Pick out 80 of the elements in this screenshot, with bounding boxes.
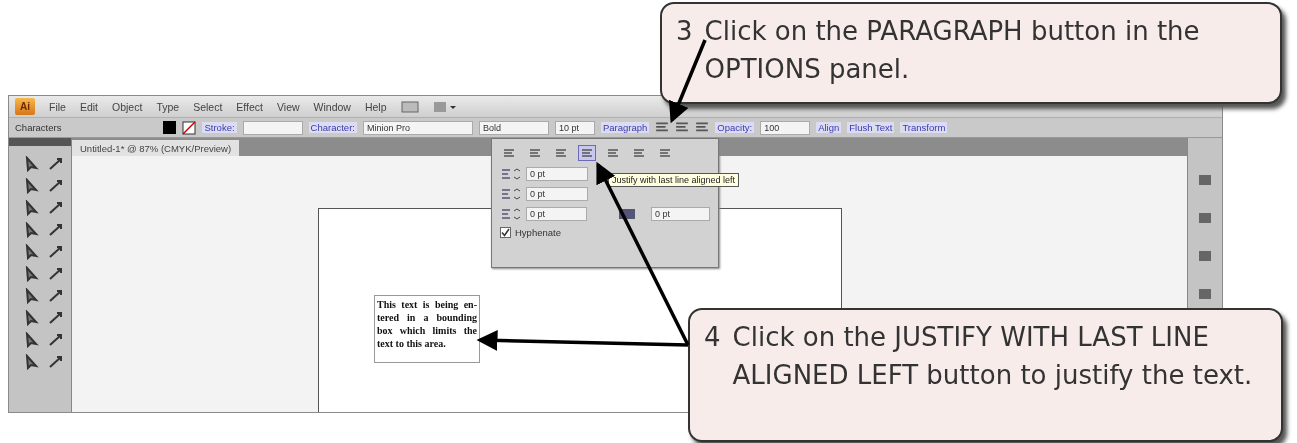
tool-icon[interactable] xyxy=(23,266,41,282)
align-lines-icon xyxy=(529,148,541,158)
document-tab[interactable]: Untitled-1* @ 87% (CMYK/Preview) xyxy=(72,140,240,156)
tool-icon[interactable] xyxy=(23,156,41,172)
selection-label: Characters xyxy=(15,122,62,133)
transform-link[interactable]: Transform xyxy=(900,122,948,133)
font-style-field[interactable]: Bold xyxy=(478,120,549,135)
align-icon[interactable] xyxy=(675,121,690,134)
tool-icon[interactable] xyxy=(23,244,41,260)
font-field[interactable]: Minion Pro xyxy=(362,120,473,135)
indent-field[interactable]: 0 pt xyxy=(526,207,587,221)
stroke-label[interactable]: Stroke: xyxy=(202,122,237,133)
fill-swatch[interactable] xyxy=(163,121,177,134)
tool-icon[interactable] xyxy=(47,156,65,172)
tool-icon[interactable] xyxy=(47,178,65,194)
space-after-field[interactable]: 0 pt xyxy=(651,207,710,221)
tool-icon[interactable] xyxy=(23,222,41,238)
opacity-field[interactable]: 100 xyxy=(760,120,811,135)
bridge-icon[interactable] xyxy=(400,99,419,114)
tool-icon[interactable] xyxy=(23,200,41,216)
tool-icon[interactable] xyxy=(47,332,65,348)
font-size-field[interactable]: 10 pt xyxy=(554,120,595,135)
indent-field[interactable]: 0 pt xyxy=(526,167,588,181)
tool-icon[interactable] xyxy=(47,288,65,304)
panel-icon[interactable] xyxy=(1197,286,1213,302)
menu-item[interactable]: Help xyxy=(364,100,387,113)
alignment-button[interactable] xyxy=(578,145,596,161)
align-lines-icon xyxy=(659,148,671,158)
flush-text-link[interactable]: Flush Text xyxy=(847,122,895,133)
menu-item[interactable]: Effect xyxy=(236,100,263,113)
tool-icon[interactable] xyxy=(47,266,65,282)
align-lines-icon xyxy=(607,148,619,158)
arrange-icon[interactable] xyxy=(432,99,457,114)
align-link[interactable]: Align xyxy=(816,122,842,133)
tool-icon[interactable] xyxy=(23,288,41,304)
character-label[interactable]: Character: xyxy=(308,122,357,133)
step-number: 4 xyxy=(704,321,721,354)
menu-item[interactable]: Window xyxy=(313,100,351,113)
menu-item[interactable]: Type xyxy=(156,100,180,113)
app-logo: Ai xyxy=(15,98,35,115)
align-lines-icon xyxy=(503,148,515,158)
tool-icon[interactable] xyxy=(23,332,41,348)
menu-item[interactable]: View xyxy=(277,100,300,113)
menu-item[interactable]: Select xyxy=(193,100,223,113)
hyphenate-label: Hyphenate xyxy=(515,227,561,238)
step-number: 3 xyxy=(676,15,693,48)
tool-icon[interactable] xyxy=(47,310,65,326)
tool-icon[interactable] xyxy=(47,222,65,238)
panel-icon[interactable] xyxy=(1197,210,1213,226)
menu-item[interactable]: Object xyxy=(112,100,143,113)
tool-icon[interactable] xyxy=(47,200,65,216)
align-icon[interactable] xyxy=(655,121,670,134)
indent-field[interactable]: 0 pt xyxy=(526,187,588,201)
menu-item[interactable]: File xyxy=(49,100,66,113)
tool-icon[interactable] xyxy=(23,354,41,370)
menu-item[interactable]: Edit xyxy=(79,100,98,113)
tool-icon[interactable] xyxy=(47,244,65,260)
callout-text: Click on the PARAGRAPH button in the OPTIONS panel. xyxy=(704,15,1201,86)
text-frame: This text is being en- tered in a bounding box which limits the text to this area. xyxy=(374,295,480,363)
tool-icon[interactable] xyxy=(23,178,41,194)
align-lines-icon xyxy=(555,148,567,158)
align-icon[interactable] xyxy=(695,121,710,134)
panel-header xyxy=(9,138,71,146)
paragraph-link[interactable]: Paragraph xyxy=(600,122,650,133)
tool-icon[interactable] xyxy=(23,310,41,326)
tool-icon[interactable] xyxy=(47,354,65,370)
panel-icon[interactable] xyxy=(1197,248,1213,264)
opacity-label[interactable]: Opacity: xyxy=(715,122,755,133)
stroke-field[interactable] xyxy=(242,120,303,135)
callout-text: Click on the JUSTIFY WITH LAST LINE ALIGNED LEFT button to justify the text. xyxy=(732,321,1254,392)
align-lines-icon xyxy=(633,148,645,158)
indent-icon xyxy=(500,208,522,220)
indent-icon xyxy=(500,168,522,180)
hyphenate-checkbox[interactable] xyxy=(500,227,511,238)
panel-icon[interactable] xyxy=(1197,172,1213,188)
spacing-icon xyxy=(619,209,635,219)
indent-icon xyxy=(500,188,522,200)
tooltip: Justify with last line aligned left xyxy=(608,173,740,187)
align-lines-icon xyxy=(581,148,593,158)
stroke-none-swatch-icon[interactable] xyxy=(182,120,197,135)
